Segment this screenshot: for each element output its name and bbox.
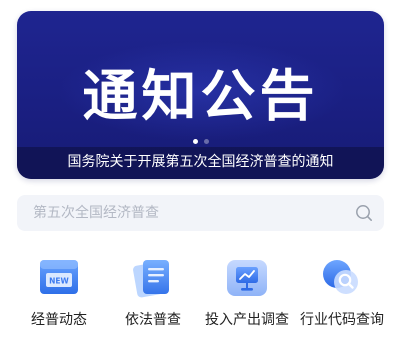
action-industry-code-lookup[interactable]: 行业代码查询 — [296, 251, 388, 336]
page: 通知公告 国务院关于开展第五次全国经济普查的通知 第五次全国经济普查 NEW 经… — [0, 0, 400, 346]
action-economic-census-news[interactable]: NEW 经普动态 — [13, 251, 105, 336]
carousel-dot[interactable] — [203, 139, 209, 144]
announcement-banner[interactable]: 通知公告 国务院关于开展第五次全国经济普查的通知 — [17, 11, 384, 179]
action-input-output-survey[interactable]: 投入产出调查 — [201, 251, 293, 336]
action-label: 投入产出调查 — [205, 312, 289, 328]
banner-title: 通知公告 — [82, 64, 319, 128]
quick-actions: NEW 经普动态 依法普查 投入产出调查 行业代码查询 — [17, 251, 384, 336]
search-bar — [17, 195, 384, 231]
news-icon: NEW — [40, 260, 78, 294]
svg-text:NEW: NEW — [49, 277, 69, 286]
banner-caption[interactable]: 国务院关于开展第五次全国经济普查的通知 — [17, 147, 384, 179]
code-search-icon — [323, 260, 358, 294]
search-icon[interactable] — [354, 203, 374, 223]
action-lawful-census[interactable]: 依法普查 — [107, 251, 199, 336]
search-input[interactable] — [33, 195, 333, 231]
action-label: 经普动态 — [31, 312, 87, 328]
carousel-indicator — [17, 139, 384, 144]
carousel-dot-active[interactable] — [192, 139, 198, 144]
chart-board-icon — [227, 260, 267, 296]
document-icon — [133, 260, 169, 298]
action-label: 依法普查 — [125, 312, 181, 328]
action-label: 行业代码查询 — [300, 312, 384, 328]
